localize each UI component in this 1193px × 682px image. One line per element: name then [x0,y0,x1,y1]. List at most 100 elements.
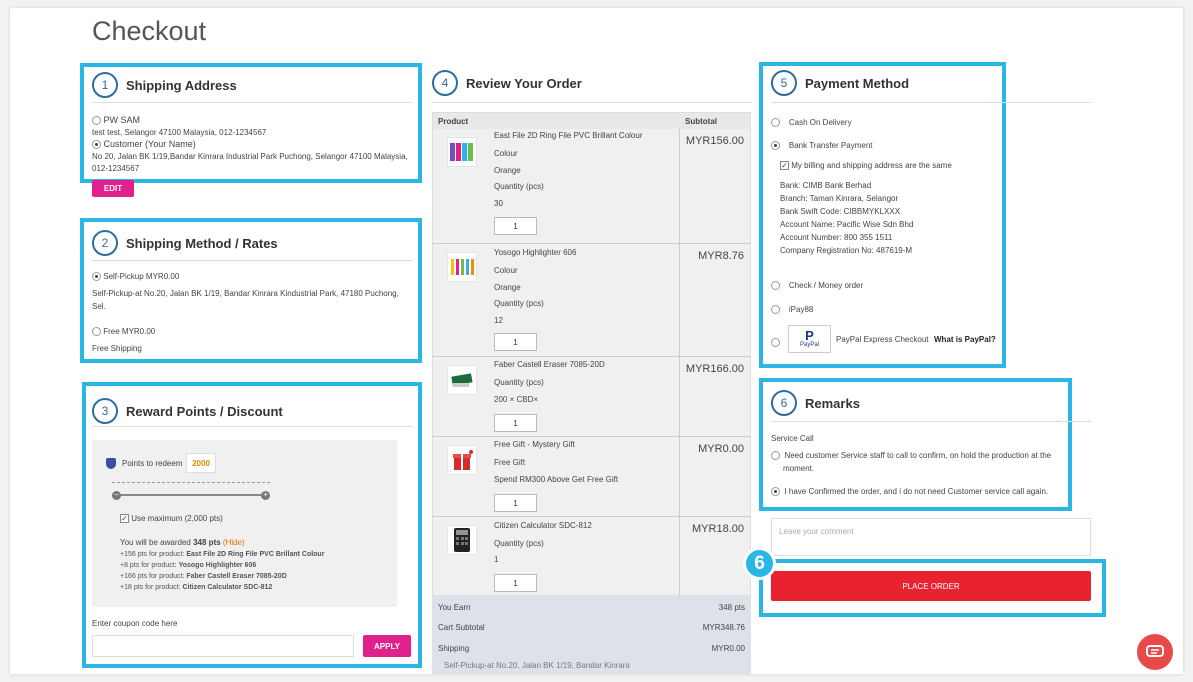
review-header: 4 Review Your Order [432,70,582,96]
step-number: 6 [771,390,797,416]
what-is-paypal-link[interactable]: What is PayPal? [934,335,996,344]
breakdown-row: +18 pts for product: Citizen Calculator … [120,584,273,591]
address-radio[interactable] [92,116,101,126]
same-address-checkbox[interactable]: ✓ [780,161,789,171]
paypal-logo-text: PayPal [799,342,819,348]
same-address-label: My billing and shipping address are the … [791,161,952,170]
hide-link[interactable]: (Hide) [223,538,245,547]
payment-option-check[interactable]: Check / Money order [771,281,864,291]
shipping-radio[interactable] [92,327,101,337]
product-option: 1 [494,555,499,564]
table-row: Citizen Calculator SDC-812 Quantity (pcs… [433,516,750,597]
section-title: Shipping Address [126,77,237,93]
payment-option-bank-transfer[interactable]: Bank Transfer Payment [771,141,873,151]
place-order-button[interactable]: PLACE ORDER [771,571,1091,601]
table-row: Free Gift - Mystery Gift Free Gift Spend… [433,436,750,516]
product-option: Orange [494,166,521,175]
calculator-icon [454,528,470,552]
remark-option-2[interactable]: I have Confirmed the order, and i do not… [771,487,1049,497]
payment-radio[interactable] [771,305,780,315]
slider-minus-icon[interactable]: − [112,491,121,500]
col-product: Product [438,117,469,126]
address-detail: 012-1234567 [92,164,140,173]
address-name: Customer (Your Name) [103,139,196,149]
payment-label: Bank Transfer Payment [788,141,873,150]
quantity-input[interactable]: 1 [494,333,537,351]
shipping-option-desc: Free Shipping [92,344,142,353]
payment-header: 5 Payment Method [771,70,909,96]
quantity-input[interactable]: 1 [494,217,537,235]
section-title: Shipping Method / Rates [126,235,278,251]
quantity-input[interactable]: 1 [494,574,537,592]
bank-detail: Account Name: Pacific Wise Sdn Bhd [780,220,914,229]
remark-radio[interactable] [771,487,780,497]
chat-button[interactable] [1137,634,1173,670]
shipping-option-free[interactable]: Free MYR0.00 [92,327,156,337]
product-image [447,365,477,395]
comment-textarea[interactable]: Leave your comment [771,518,1091,556]
order-table: Product Subtotal East File 2D Ring File … [432,112,751,598]
reward-header: 3 Reward Points / Discount [92,398,283,424]
use-maximum-checkbox[interactable]: ✓ [120,514,129,524]
divider [432,102,751,103]
breakdown-row: +156 pts for product: East File 2D Ring … [120,551,325,558]
product-option: 30 [494,199,503,208]
summary-value: MYR348.76 [702,623,745,632]
same-address-option[interactable]: ✓ My billing and shipping address are th… [780,161,952,171]
points-slider[interactable]: − + [112,491,270,500]
product-name: East File 2D Ring File PVC Brillant Colo… [494,131,643,140]
summary-label: You Earn [438,603,471,612]
product-option: Quantity (pcs) [494,182,544,191]
address-option-1[interactable]: PW SAM [92,115,140,126]
table-row: East File 2D Ring File PVC Brillant Colo… [433,129,750,243]
shipping-option-self-pickup[interactable]: Self-Pickup MYR0.00 [92,272,179,282]
product-option: Orange [494,283,521,292]
product-option: Spend RM300 Above Get Free Gift [494,475,619,484]
remark-label: I have Confirmed the order, and i do not… [784,487,1049,496]
payment-radio[interactable] [771,338,780,348]
product-option: Quantity (pcs) [494,539,544,548]
product-option: Free Gift [494,458,526,467]
divider [92,260,412,261]
remark-option-1[interactable]: Need customer Service staff to call to c… [771,451,1051,461]
product-image [447,137,477,167]
summary-label: Shipping [438,644,470,653]
table-header: Product Subtotal [433,113,750,129]
awarded-points: 348 pts [193,538,221,547]
column-divider [679,517,680,597]
payment-option-paypal[interactable] [771,338,780,348]
payment-radio[interactable] [771,281,780,291]
payment-radio[interactable] [771,118,780,128]
product-option: Colour [494,266,518,275]
chat-icon [1146,645,1164,657]
paypal-label: PayPal Express Checkout [836,335,929,344]
divider [771,421,1091,422]
product-image [447,525,477,555]
item-price: MYR156.00 [685,135,744,147]
coupon-input[interactable] [92,635,354,657]
payment-option-ipay88[interactable]: iPay88 [771,305,813,315]
shipping-radio[interactable] [92,272,101,282]
shipping-option-label: Free MYR0.00 [103,327,156,336]
edit-button[interactable]: EDIT [92,180,134,197]
remark-radio[interactable] [771,451,780,461]
product-name: Citizen Calculator SDC-812 [494,521,592,530]
payment-option-cod[interactable]: Cash On Delivery [771,118,852,128]
quantity-input[interactable]: 1 [494,494,537,512]
slider-plus-icon[interactable]: + [261,491,270,500]
product-name: Free Gift - Mystery Gift [494,440,575,449]
points-input[interactable]: 2000 [186,453,216,473]
product-name: Faber Castell Eraser 7085-20D [494,360,605,369]
step-number: 1 [92,72,118,98]
payment-radio[interactable] [771,141,780,151]
col-subtotal: Subtotal [685,117,717,126]
payment-label: Check / Money order [788,281,864,290]
quantity-input[interactable]: 1 [494,414,537,432]
address-option-2[interactable]: Customer (Your Name) [92,139,196,150]
use-maximum-option[interactable]: ✓ Use maximum (2,000 pts) [120,514,223,524]
apply-button[interactable]: APPLY [363,635,411,657]
product-option: Colour [494,149,518,158]
address-radio[interactable] [92,140,101,150]
step-number: 4 [432,70,458,96]
paypal-logo: P PayPal [788,325,831,353]
